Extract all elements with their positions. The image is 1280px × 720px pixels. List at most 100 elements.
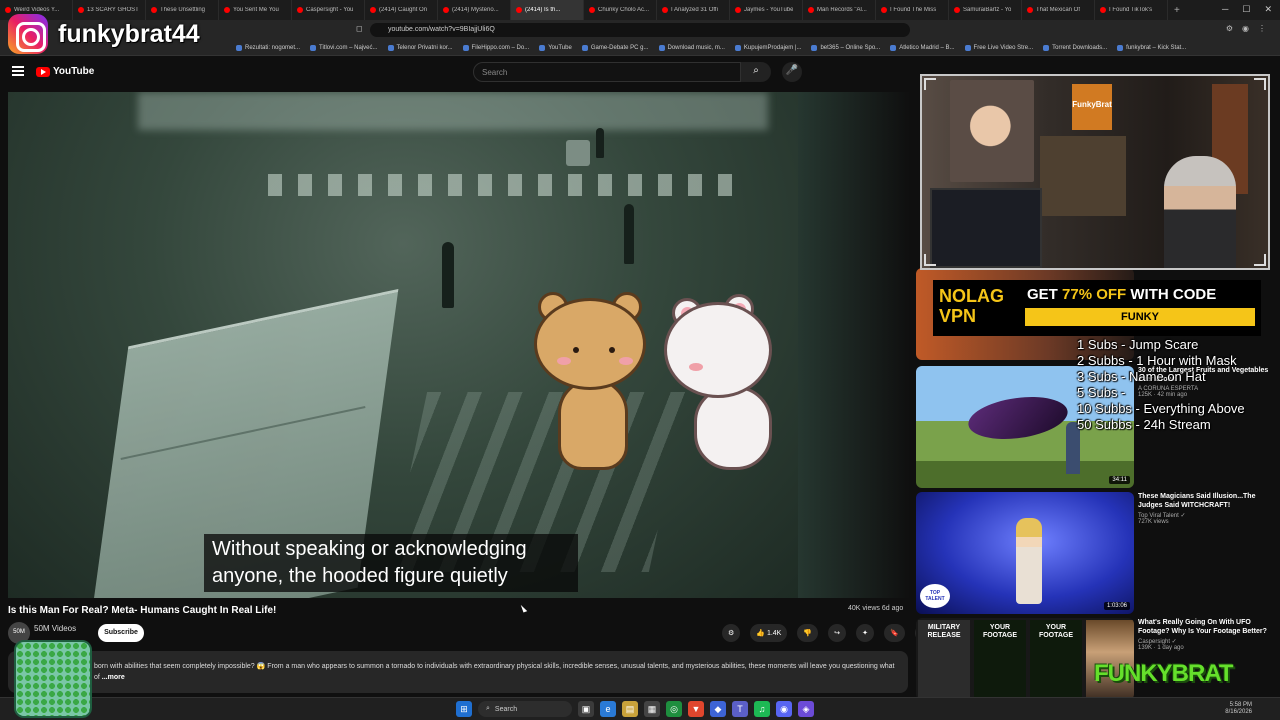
windows-start-icon[interactable]: ⊞: [456, 701, 472, 717]
browser-tab[interactable]: I Found The Miss: [876, 0, 949, 20]
bookmark-item[interactable]: funkybrat – Kick Stat...: [1117, 44, 1187, 51]
discord-icon[interactable]: ◉: [776, 701, 792, 717]
minimize-icon[interactable]: ─: [1222, 4, 1228, 15]
file-explorer-icon[interactable]: ▤: [622, 701, 638, 717]
hamburger-menu-icon[interactable]: [12, 66, 24, 76]
browser-tab-title: Chunky Cholo Ac...: [598, 7, 650, 13]
bookmark-item[interactable]: Rezultati: nogomet...: [236, 44, 301, 51]
subscriber-goals: 1 Subs - Jump Scare 2 Subbs - 1 Hour with…: [1077, 337, 1245, 433]
search-button[interactable]: ⌕: [741, 62, 771, 82]
bookmark-item[interactable]: KupujemProdajem |...: [734, 44, 801, 51]
browser-tab[interactable]: Man Records "Al...: [803, 0, 876, 20]
show-more-link[interactable]: ...more: [102, 674, 125, 681]
youtube-logo[interactable]: YouTube: [36, 66, 94, 77]
channel-name[interactable]: 50M Videos: [34, 624, 76, 633]
bookmark-icon[interactable]: ◻: [356, 24, 363, 33]
bear-body: [558, 378, 628, 470]
edge-icon[interactable]: e: [600, 701, 616, 717]
app-icon[interactable]: ◆: [710, 701, 726, 717]
voice-search-button[interactable]: 🎤: [782, 62, 802, 82]
bookmark-item[interactable]: FileHippo.com – Do...: [462, 44, 529, 51]
recommended-card[interactable]: TOP TALENT 1:03:06 These Magicians Said …: [916, 492, 1280, 614]
video-player[interactable]: Without speaking or acknowledging anyone…: [8, 92, 798, 598]
youtube-favicon-icon: [808, 7, 814, 13]
webcam-shelf: [1040, 136, 1126, 216]
youtube-favicon-icon: [5, 7, 11, 13]
bookmark-item[interactable]: Titlovi.com – Najveć...: [310, 44, 378, 51]
bookmark-item[interactable]: Telenor Privatni kor...: [387, 44, 453, 51]
subscriber-goal: 1 Subs - Jump Scare: [1077, 337, 1199, 352]
bookmark-favicon-icon: [581, 44, 588, 51]
teams-icon[interactable]: T: [732, 701, 748, 717]
browser-tab[interactable]: Jaymes - YouTube: [730, 0, 803, 20]
bookmark-item[interactable]: Atletico Madrid – B...: [890, 44, 955, 51]
recommended-thumbnail[interactable]: TOP TALENT 1:03:06: [916, 492, 1134, 614]
browser-tab[interactable]: (2414) Is th...: [511, 0, 584, 20]
save-button[interactable]: 🔖: [884, 624, 905, 642]
instagram-handle: funkybrat44: [58, 19, 200, 48]
search-input[interactable]: Search: [473, 62, 741, 82]
subscriber-goal: 3 Subs - Name on Hat: [1077, 369, 1206, 384]
taskbar-search[interactable]: ⌕ Search: [478, 701, 572, 717]
chrome-icon[interactable]: ◎: [666, 701, 682, 717]
browser-tab[interactable]: (2414) Caught On: [365, 0, 438, 20]
taskbar-icons: ⊞ ⌕ Search ▣ e ▤ ▦ ◎ ▼ ◆ T ♫ ◉ ◈: [456, 701, 814, 717]
profile-icon[interactable]: ◉: [1242, 24, 1249, 33]
vpn-offer-post: WITH CODE: [1130, 286, 1217, 303]
video-pedestrian: [624, 204, 634, 264]
browser-tab[interactable]: You Sent Me You: [219, 0, 292, 20]
youtube-favicon-icon: [516, 7, 522, 13]
system-clock[interactable]: 5:58 PM 8/16/2026: [1225, 702, 1252, 716]
bookmark-item[interactable]: Free Live Video Stre...: [964, 44, 1033, 51]
ask-ai-button[interactable]: ✦: [856, 624, 875, 642]
store-icon[interactable]: ▦: [644, 701, 660, 717]
vpn-logo-vpn: VPN: [939, 306, 977, 326]
bookmark-item[interactable]: bet365 – Online Spo...: [811, 44, 880, 51]
recommended-channel[interactable]: Caspersight ✓: [1138, 638, 1278, 645]
app-icon[interactable]: ◈: [798, 701, 814, 717]
bookmark-label: funkybrat – Kick Stat...: [1126, 44, 1187, 51]
bookmark-item[interactable]: Torrent Downloads...: [1043, 44, 1107, 51]
video-duration: 1:03:06: [1103, 602, 1130, 610]
browser-tab[interactable]: I Found TikTok's: [1095, 0, 1168, 20]
grid-overlay-icon: [14, 640, 92, 718]
browser-tab-title: (2414) Is th...: [525, 7, 561, 13]
extension-icon[interactable]: ⚙: [1226, 24, 1233, 33]
like-button[interactable]: 👍 1.4K: [750, 624, 788, 642]
bookmark-item[interactable]: YouTube: [539, 44, 572, 51]
youtube-favicon-icon: [589, 7, 595, 13]
recommended-title[interactable]: These Magicians Said Illusion...The Judg…: [1138, 492, 1278, 510]
task-view-icon[interactable]: ▣: [578, 701, 594, 717]
youtube-favicon-icon: [443, 7, 449, 13]
new-tab-icon[interactable]: +: [1168, 5, 1186, 16]
settings-icon[interactable]: ⚙: [722, 624, 741, 642]
bookmark-item[interactable]: Download music, m...: [658, 44, 725, 51]
browser-tab[interactable]: Chunky Cholo Ac...: [584, 0, 657, 20]
video-description[interactable]: born with abilities that seem completely…: [8, 651, 908, 693]
bookmark-label: Game-Debate PC g...: [590, 44, 649, 51]
browser-tab[interactable]: I Analyzed 31 Offi: [657, 0, 730, 20]
bookmark-label: Rezultati: nogomet...: [245, 44, 301, 51]
bookmark-favicon-icon: [539, 44, 546, 51]
bookmark-item[interactable]: Game-Debate PC g...: [581, 44, 649, 51]
dislike-button[interactable]: 👎: [797, 624, 819, 642]
like-count: 1.4K: [766, 629, 782, 637]
subscribe-button[interactable]: Subscribe: [98, 624, 144, 642]
browser-tab[interactable]: That Mexican Of: [1022, 0, 1095, 20]
brave-icon[interactable]: ▼: [688, 701, 704, 717]
recommended-title[interactable]: What's Really Going On With UFO Footage?…: [1138, 618, 1278, 636]
share-button[interactable]: ↪: [828, 624, 847, 642]
browser-tab[interactable]: (2414) Mysterio...: [438, 0, 511, 20]
recommended-channel[interactable]: Top Viral Talent ✓: [1138, 512, 1278, 519]
bear-blush: [619, 357, 633, 365]
menu-icon[interactable]: ⋮: [1258, 24, 1266, 33]
webcam-funkybrat-logo: FunkyBrat: [1072, 84, 1112, 130]
close-icon[interactable]: ✕: [1264, 4, 1272, 15]
browser-tab[interactable]: Caspersight - You: [292, 0, 365, 20]
url-field[interactable]: youtube.com/watch?v=9BIajjUli6Q: [370, 23, 910, 37]
maximize-icon[interactable]: ☐: [1242, 4, 1250, 15]
browser-tab-title: 13 SCARY GHOST: [87, 7, 139, 13]
browser-tab[interactable]: SamuraiBartz - Yo: [949, 0, 1022, 20]
bookmark-favicon-icon: [964, 44, 971, 51]
spotify-icon[interactable]: ♫: [754, 701, 770, 717]
